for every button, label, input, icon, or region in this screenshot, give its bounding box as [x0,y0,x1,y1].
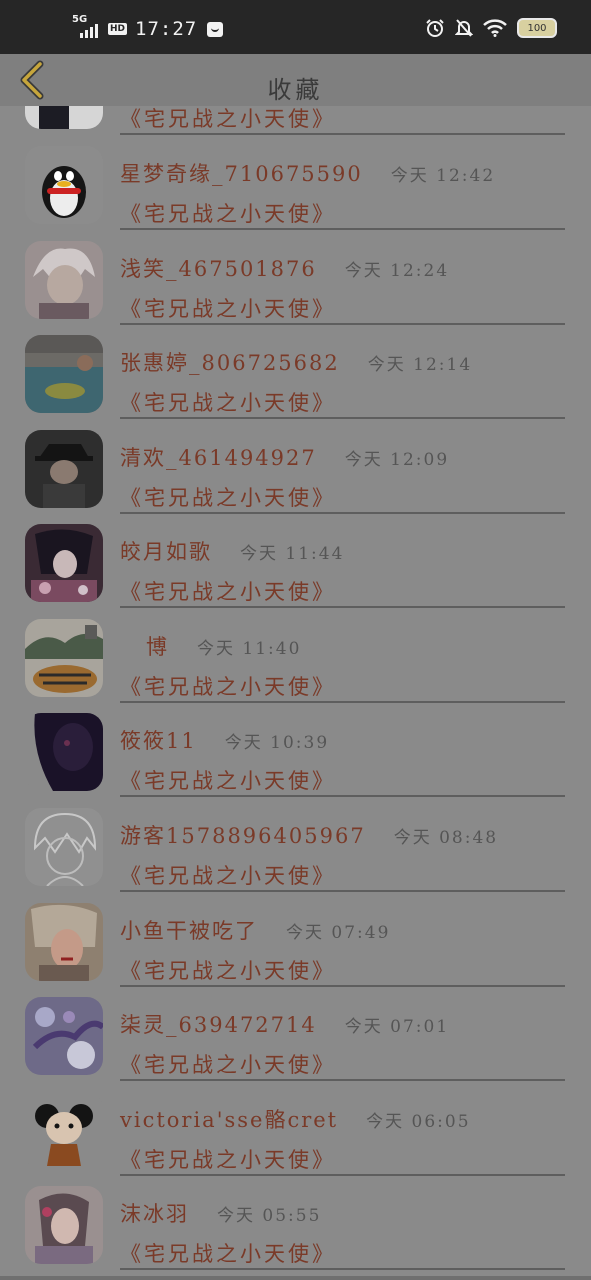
book-title[interactable]: 《宅兄战之小天使》 [120,765,336,795]
book-title[interactable]: 《宅兄战之小天使》 [120,293,336,323]
avatar [25,713,103,791]
avatar [25,430,103,508]
user-name: 游客1578896405967 [120,824,366,848]
avatar [25,808,103,886]
list-item[interactable]: 博 今天 11:40 《宅兄战之小天使》 [0,605,591,703]
favorites-list: 《宅兄战之小天使》 星梦奇缘_710675590 今天 12:42 《宅兄战之小天… [0,106,591,1280]
book-title[interactable]: 《宅兄战之小天使》 [120,387,336,417]
timestamp: 今天 07:01 [344,1017,450,1037]
avatar [25,335,103,413]
list-item[interactable]: 皎月如歌 今天 11:44 《宅兄战之小天使》 [0,510,591,608]
divider [120,1268,565,1270]
battery-icon: 100 [517,18,557,38]
avatar [25,106,103,129]
avatar [25,619,103,697]
user-name: 皎月如歌 [120,540,212,564]
avatar [25,241,103,319]
user-name: 筱筱11 [120,729,197,753]
user-name: 沫冰羽 [120,1202,189,1226]
status-bar: 5G HD 17:27 100 [0,0,591,54]
avatar [25,524,103,602]
avatar [25,1092,103,1170]
status-time: 17:27 [135,18,198,40]
user-name: 星梦奇缘_710675590 [120,162,363,186]
book-title[interactable]: 《宅兄战之小天使》 [120,1238,336,1268]
list-item[interactable]: 星梦奇缘_710675590 今天 12:42 《宅兄战之小天使》 [0,132,591,230]
timestamp: 今天 11:44 [240,544,345,564]
book-title[interactable]: 《宅兄战之小天使》 [120,106,336,133]
book-title[interactable]: 《宅兄战之小天使》 [120,860,336,890]
timestamp: 今天 11:40 [197,639,302,659]
gesture-bar [0,1276,591,1280]
wifi-icon [483,19,507,37]
list-item[interactable]: 游客1578896405967 今天 08:48 《宅兄战之小天使》 [0,794,591,892]
book-title[interactable]: 《宅兄战之小天使》 [120,955,336,985]
list-item[interactable]: victoria'sse骼cret 今天 06:05 《宅兄战之小天使》 [0,1078,591,1176]
user-name: victoria'sse骼cret [120,1108,339,1132]
avatar [25,903,103,981]
hd-badge: HD [108,23,128,35]
timestamp: 今天 08:48 [393,828,499,848]
timestamp: 今天 10:39 [224,733,330,753]
user-name: 清欢_461494927 [120,446,317,470]
timestamp: 今天 12:09 [344,450,450,470]
book-title[interactable]: 《宅兄战之小天使》 [120,671,336,701]
app-header: 收藏 [0,54,591,106]
timestamp: 今天 12:42 [390,166,496,186]
user-name: 博 [146,635,169,659]
shopping-bag-icon [207,21,224,37]
user-name: 张惠婷_806725682 [120,351,340,375]
list-item[interactable]: 小鱼干被吃了 今天 07:49 《宅兄战之小天使》 [0,889,591,987]
book-title[interactable]: 《宅兄战之小天使》 [120,1144,336,1174]
list-item[interactable]: 筱筱11 今天 10:39 《宅兄战之小天使》 [0,699,591,797]
user-name: 柒灵_639472714 [120,1013,317,1037]
list-item[interactable]: 浅笑_467501876 今天 12:24 《宅兄战之小天使》 [0,227,591,325]
avatar [25,1186,103,1264]
user-name: 浅笑_467501876 [120,257,317,281]
timestamp: 今天 12:14 [367,355,473,375]
book-title[interactable]: 《宅兄战之小天使》 [120,576,336,606]
list-item[interactable]: 柒灵_639472714 今天 07:01 《宅兄战之小天使》 [0,983,591,1081]
mute-bell-icon [455,19,473,37]
user-name: 小鱼干被吃了 [120,919,258,943]
timestamp: 今天 06:05 [366,1112,471,1132]
timestamp: 今天 12:24 [344,261,450,281]
timestamp: 今天 07:49 [286,923,391,943]
alarm-icon [426,19,444,37]
list-item[interactable]: 清欢_461494927 今天 12:09 《宅兄战之小天使》 [0,416,591,514]
signal-icon: 5G [72,14,102,40]
avatar [25,146,103,224]
network-label: 5G [72,14,88,25]
book-title[interactable]: 《宅兄战之小天使》 [120,1049,336,1079]
avatar [25,997,103,1075]
timestamp: 今天 05:55 [217,1206,322,1226]
battery-level: 100 [527,22,547,34]
list-item[interactable]: 《宅兄战之小天使》 [0,106,591,135]
list-item[interactable]: 张惠婷_806725682 今天 12:14 《宅兄战之小天使》 [0,321,591,419]
book-title[interactable]: 《宅兄战之小天使》 [120,198,336,228]
page-title: 收藏 [267,76,324,104]
book-title[interactable]: 《宅兄战之小天使》 [120,482,336,512]
list-item[interactable]: 沫冰羽 今天 05:55 《宅兄战之小天使》 [0,1172,591,1270]
